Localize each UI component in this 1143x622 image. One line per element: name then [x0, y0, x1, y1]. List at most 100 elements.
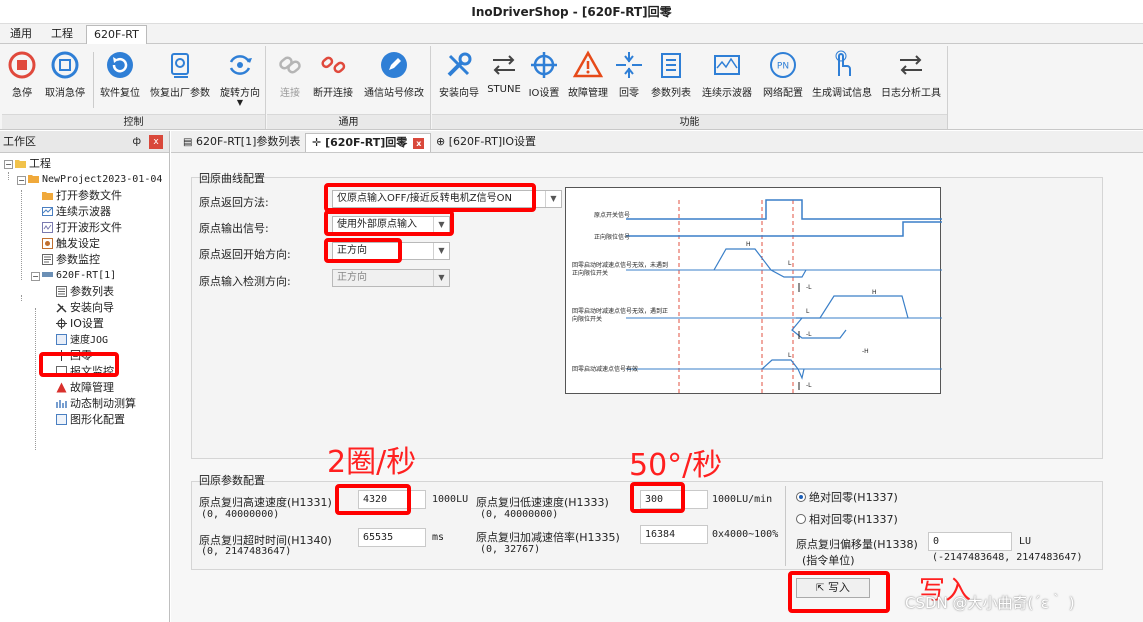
tree-root[interactable]: 工程 [15, 156, 51, 172]
curve-config-title: 回原曲线配置 [199, 172, 265, 185]
trigger-icon [42, 238, 53, 249]
low-speed-input[interactable]: 300 [640, 490, 708, 509]
tree-item-param-monitor[interactable]: 参数监控 [42, 252, 100, 268]
tree-item-open-wave[interactable]: 打开波形文件 [42, 220, 122, 236]
watermark: CSDN @大小曲奇(´ε｀ ) [905, 594, 1075, 612]
accel-range: (0, 32767) [480, 544, 541, 555]
tree-device[interactable]: 620F-RT[1] [42, 268, 116, 284]
tree-item-homing[interactable]: 回零 [56, 348, 92, 364]
detect-direction-label: 原点输入检测方向: [199, 275, 291, 288]
write-button[interactable]: ⇱ 写入 [796, 578, 870, 598]
param-config-title: 回原参数配置 [199, 474, 265, 487]
workspace-header: 工作区 ф x [0, 131, 169, 153]
connect-button[interactable]: 连接 [273, 50, 307, 99]
expander-icon[interactable]: − [31, 272, 40, 281]
emergency-stop-button[interactable]: 急停 [6, 50, 38, 99]
homing-icon [616, 52, 642, 78]
pin-icon[interactable]: ф [132, 131, 141, 153]
tab-param-list[interactable]: ▤ 620F-RT[1]参数列表 [177, 133, 306, 152]
divider [785, 486, 786, 566]
diagram-mark: L [806, 308, 810, 315]
method-label: 原点返回方法: [199, 196, 269, 209]
tree-item-io-settings[interactable]: IO设置 [56, 316, 104, 332]
close-icon[interactable]: x [149, 135, 163, 149]
hand-pointer-icon [835, 50, 851, 76]
ribbon-group-common: 连接 断开连接 通信站号修改 通用 [267, 46, 431, 129]
tree-item-param-list[interactable]: 参数列表 [56, 284, 114, 300]
menu-tab-general[interactable]: 通用 [3, 25, 39, 44]
output-signal-select[interactable]: 使用外部原点输入 ▼ [332, 216, 450, 234]
accel-input[interactable]: 16384 [640, 525, 708, 544]
expander-icon[interactable]: − [17, 176, 26, 185]
expander-icon[interactable]: − [4, 160, 13, 169]
ribbon-group-control: 急停 取消急停 软件复位 恢复出厂参数 旋转方向 ▼ 控制 [2, 46, 266, 129]
factory-reset-button[interactable]: 恢复出厂参数 [146, 50, 214, 99]
tree-item-trigger[interactable]: 触发设定 [42, 236, 100, 252]
debug-info-button[interactable]: 生成调试信息 [809, 50, 875, 99]
tree-item-dynamic-brake[interactable]: 动态制动测算 [56, 396, 136, 412]
install-wizard-button[interactable]: 安装向导 [435, 50, 483, 99]
open-folder-icon [28, 175, 39, 183]
document-icon: ▤ [183, 137, 193, 148]
offset-label: 原点复归偏移量(H1338) [796, 538, 918, 551]
cancel-stop-button[interactable]: 取消急停 [40, 50, 90, 99]
accel-unit: 0x4000~100% [712, 529, 779, 540]
disconnect-button[interactable]: 断开连接 [309, 50, 357, 99]
tab-io-settings[interactable]: ⊕ [620F-RT]IO设置 [430, 133, 542, 152]
svg-text:PN: PN [777, 62, 789, 72]
timeout-input[interactable]: 65535 [358, 528, 426, 547]
fault-management-button[interactable]: 故障管理 [565, 50, 611, 99]
diagram-row-label: 回零启动时减速点信号无效，未遇到正向限位开关 [572, 262, 669, 277]
low-speed-label: 原点复归低速速度(H1333) [476, 496, 609, 509]
tree-item-message-monitor[interactable]: 报文监控 [56, 364, 114, 380]
tree-item-speed-jog[interactable]: 速度JOG [56, 332, 108, 348]
log-analysis-button[interactable]: 日志分析工具 [877, 50, 945, 99]
tab-homing[interactable]: ✛ [620F-RT]回零 x [305, 133, 432, 152]
high-speed-input[interactable]: 4320 [358, 490, 426, 509]
diagram-mark: H [746, 241, 751, 248]
timeout-unit: ms [432, 532, 445, 543]
software-reset-button[interactable]: 软件复位 [96, 50, 144, 99]
factory-reset-icon [171, 53, 189, 78]
accel-label: 原点复归加减速倍率(H1335) [476, 531, 620, 544]
offset-input[interactable]: 0 [928, 532, 1012, 551]
warning-icon [56, 382, 67, 393]
stop-icon [8, 51, 36, 79]
network-config-button[interactable]: PN 网络配置 [759, 50, 807, 99]
scope-button[interactable]: 连续示波器 [697, 50, 757, 99]
relative-homing-radio[interactable]: 相对回零(H1337) [796, 511, 898, 527]
crosshair-icon [56, 318, 67, 329]
wrench-icon [56, 303, 67, 313]
method-select[interactable]: 仅原点输入OFF/接近反转电机Z信号ON ▼ [332, 190, 562, 208]
list-icon [56, 286, 67, 297]
tree-item-scope[interactable]: 连续示波器 [42, 204, 111, 220]
low-speed-range: (0, 40000000) [480, 509, 559, 520]
crosshair-icon [531, 52, 557, 78]
homing-button[interactable]: 回零 [613, 50, 645, 99]
annotation-high-speed: 2圈/秒 [327, 445, 417, 480]
param-list-button[interactable]: 参数列表 [647, 50, 695, 99]
radio-dot [796, 492, 806, 502]
start-direction-label: 原点返回开始方向: [199, 248, 291, 261]
diagram-mark: L [788, 260, 792, 267]
close-icon[interactable]: x [413, 138, 425, 149]
tree-item-open-param-file[interactable]: 打开参数文件 [42, 188, 122, 204]
start-direction-select[interactable]: 正方向 ▼ [332, 242, 450, 260]
io-settings-button[interactable]: IO设置 [525, 50, 563, 99]
project-tree: − 工程 − NewProject2023-01-04 打开参数文件 连续示波器… [0, 155, 170, 615]
menu-tab-device[interactable]: 620F-RT [86, 25, 147, 44]
tree-item-graphic-config[interactable]: 图形化配置 [56, 412, 125, 428]
jog-icon [56, 334, 67, 345]
menu-tab-project[interactable]: 工程 [44, 25, 80, 44]
ribbon-group-label: 功能 [432, 114, 947, 129]
stune-button[interactable]: STUNE [485, 50, 523, 95]
tree-project[interactable]: NewProject2023-01-04 [28, 172, 162, 188]
absolute-homing-radio[interactable]: 绝对回零(H1337) [796, 489, 898, 505]
rotation-direction-button[interactable]: 旋转方向 ▼ [216, 50, 264, 107]
station-id-button[interactable]: 通信站号修改 [359, 50, 429, 99]
tree-item-install-wizard[interactable]: 安装向导 [56, 300, 114, 316]
ribbon-group-function: 安装向导 STUNE IO设置 故障管理 回零 参数列表 连续示波器 PN 网络 [432, 46, 948, 129]
offset-unit-label: (指令单位) [802, 554, 855, 567]
low-speed-unit: 1000LU/min [712, 494, 773, 505]
tree-item-fault-management[interactable]: 故障管理 [56, 380, 114, 396]
